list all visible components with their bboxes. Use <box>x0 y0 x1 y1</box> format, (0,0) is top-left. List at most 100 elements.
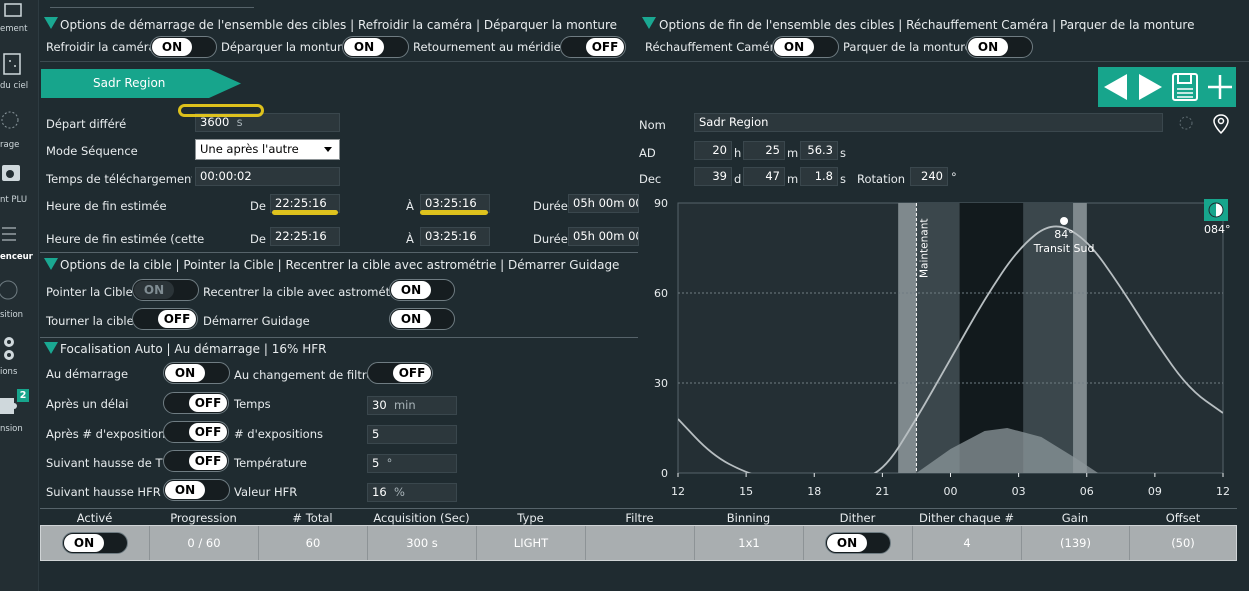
chevron-down-icon <box>324 147 332 152</box>
toggle-knob: ON <box>827 534 867 552</box>
af-exposures-toggle[interactable]: OFF <box>163 421 229 443</box>
af-filter-toggle[interactable]: OFF <box>367 362 433 384</box>
duration-field[interactable]: 05h 00m 00s <box>568 194 639 213</box>
end-session-from-field[interactable]: 22:25:16 <box>270 227 340 246</box>
af-temperature-unit: ° <box>386 456 393 470</box>
position-icon[interactable] <box>0 278 22 304</box>
start-options-header: Options de démarrage de l'ensemble des c… <box>60 18 618 32</box>
estimated-end-session-label: Heure de fin estimée (cette <box>46 232 205 246</box>
gears-icon[interactable] <box>0 334 22 364</box>
plus-icon[interactable] <box>1205 72 1235 102</box>
duration-session-field[interactable]: 05h 00m 00s <box>568 227 639 246</box>
row-dither-toggle[interactable]: ON <box>825 532 891 554</box>
sidebar-item-label[interactable]: enceur <box>0 252 33 262</box>
dec-minutes-unit: m <box>787 172 799 186</box>
ra-seconds-unit: s <box>840 146 846 160</box>
monitor-icon[interactable] <box>0 163 24 189</box>
collapse-triangle-icon[interactable] <box>642 17 656 29</box>
toggle-knob: OFF <box>189 452 227 470</box>
af-time-unit: min <box>393 398 416 412</box>
dec-seconds-unit: s <box>840 172 846 186</box>
slew-label: Pointer la Cible <box>46 285 133 299</box>
toggle-knob: OFF <box>189 394 227 412</box>
sidebar-item-label[interactable]: sition <box>0 310 23 320</box>
layout-icon[interactable] <box>2 2 24 20</box>
af-temp-toggle[interactable]: OFF <box>163 450 229 472</box>
col-enabled-header: Activé <box>76 511 113 525</box>
ra-hours-input[interactable]: 20 <box>694 141 732 160</box>
ra-minutes-unit: m <box>787 146 799 160</box>
y-tick-label: 60 <box>654 287 668 300</box>
af-hfr-input[interactable]: 16 % <box>367 483 457 502</box>
col-binning-header: Binning <box>726 511 771 525</box>
arrow-right-icon[interactable] <box>1135 72 1165 102</box>
guide-toggle[interactable]: ON <box>389 308 455 330</box>
sequence-mode-select[interactable]: Une après l'autre <box>195 139 340 160</box>
ra-hours-unit: h <box>734 146 742 160</box>
save-icon[interactable] <box>1170 72 1200 102</box>
af-count-input[interactable]: 5 <box>367 425 457 444</box>
end-options-header: Options de fin de l'ensemble des cibles … <box>659 18 1195 32</box>
collapse-triangle-icon[interactable] <box>44 258 58 270</box>
target-tab[interactable]: Sadr Region <box>41 69 241 98</box>
rotation-label: Rotation <box>857 172 906 186</box>
cell-dither-every[interactable]: 4 <box>913 526 1022 560</box>
af-hfr-toggle[interactable]: ON <box>163 479 230 501</box>
notification-badge: 2 <box>17 389 29 402</box>
recenter-label: Recentrer la cible avec astrométrie <box>203 285 406 299</box>
dec-degrees-input[interactable]: 39 <box>694 167 732 186</box>
toggle-knob: ON <box>165 364 205 382</box>
location-pin-icon[interactable] <box>1211 113 1231 135</box>
sidebar-item-label[interactable]: rage <box>0 140 19 150</box>
target-name-input[interactable]: Sadr Region <box>694 113 1163 132</box>
cell-total[interactable]: 60 <box>259 526 368 560</box>
recenter-toggle[interactable]: ON <box>389 279 455 301</box>
sequencer-icon[interactable] <box>0 222 24 246</box>
row-enabled-toggle[interactable]: ON <box>62 532 128 554</box>
sidebar-item-label[interactable]: ions <box>0 367 17 377</box>
cell-gain[interactable]: (139) <box>1022 526 1130 560</box>
sidebar-item-label[interactable]: du ciel <box>0 81 28 91</box>
rotation-input[interactable]: 240 <box>910 167 948 186</box>
cell-exposure[interactable]: 300 s <box>368 526 477 560</box>
end-session-to-field[interactable]: 03:25:16 <box>420 227 490 246</box>
sidebar-item-label[interactable]: ement <box>0 24 27 34</box>
dec-seconds-input[interactable]: 1.8 <box>800 167 838 186</box>
cell-offset[interactable]: (50) <box>1130 526 1236 560</box>
delay-value: 3600 <box>200 115 230 129</box>
sidebar-item-label[interactable]: nt PLU <box>0 195 27 205</box>
unpark-mount-toggle[interactable]: ON <box>342 36 409 58</box>
meridian-flip-toggle[interactable]: OFF <box>560 36 626 58</box>
warm-camera-label: Réchauffement Caméra <box>645 40 782 54</box>
cell-type[interactable]: LIGHT <box>477 526 586 560</box>
af-start-toggle[interactable]: ON <box>163 362 230 384</box>
ra-seconds-input[interactable]: 56.3 <box>800 141 838 160</box>
rotate-toggle[interactable]: OFF <box>132 308 198 330</box>
slew-toggle[interactable]: ON <box>132 279 199 301</box>
cell-filter[interactable] <box>586 526 695 560</box>
sky-icon[interactable] <box>2 52 24 78</box>
collapse-triangle-icon[interactable] <box>44 342 58 354</box>
collapse-triangle-icon[interactable] <box>44 17 58 29</box>
af-time-input[interactable]: 30 min <box>367 396 457 415</box>
dec-minutes-input[interactable]: 47 <box>743 167 785 186</box>
park-mount-toggle[interactable]: ON <box>966 36 1033 58</box>
af-time-value: 30 <box>372 398 387 412</box>
galaxy-search-icon[interactable] <box>1176 113 1196 133</box>
target-name-field[interactable]: SADR <box>50 0 254 8</box>
sidebar-item-label[interactable]: nsion <box>0 424 23 434</box>
cool-camera-toggle[interactable]: ON <box>150 36 217 58</box>
af-delay-toggle[interactable]: OFF <box>163 392 229 414</box>
warm-camera-toggle[interactable]: ON <box>772 36 839 58</box>
af-temperature-input[interactable]: 5 ° <box>367 454 457 473</box>
arrow-left-icon[interactable] <box>1101 72 1131 102</box>
x-tick-label: 15 <box>739 485 753 498</box>
af-hfr-unit: % <box>393 485 405 499</box>
download-time-input[interactable]: 00:00:02 <box>195 167 340 186</box>
galaxy-icon[interactable] <box>0 108 22 132</box>
toggle-knob: ON <box>64 534 104 552</box>
af-hfr-value-label: Valeur HFR <box>234 485 298 499</box>
cell-binning[interactable]: 1x1 <box>695 526 804 560</box>
ra-minutes-input[interactable]: 25 <box>743 141 785 160</box>
table-row[interactable]: ON 0 / 60 60 300 s LIGHT 1x1 ON 4 (139) … <box>40 525 1237 561</box>
